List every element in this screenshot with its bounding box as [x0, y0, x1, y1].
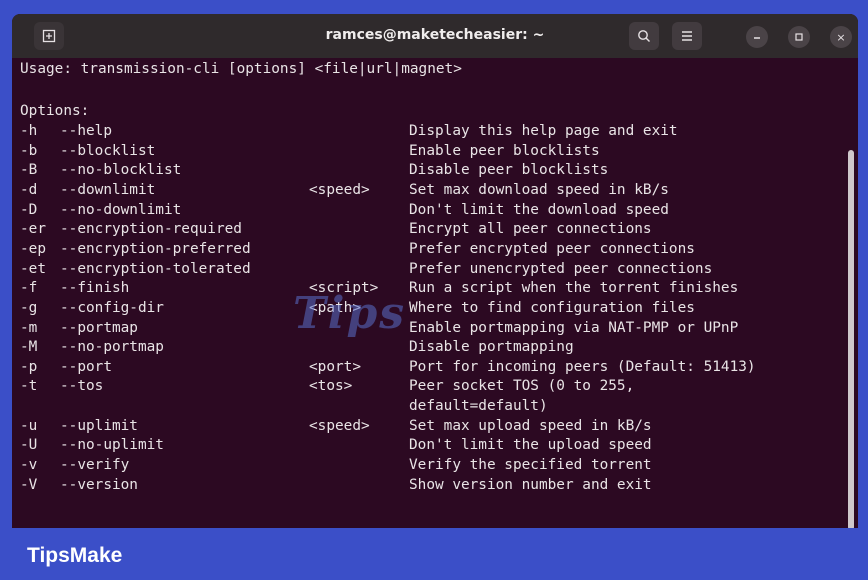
option-description: Verify the specified torrent	[409, 457, 652, 474]
option-description: Show version number and exit	[409, 476, 652, 493]
option-long-flag: --encryption-required	[60, 221, 242, 238]
option-short-flag: -d	[20, 181, 38, 198]
option-row: -D --no-downlimit Don't limit the download…	[12, 201, 842, 221]
option-argument: <script>	[309, 280, 379, 297]
options-header: Options:	[20, 103, 90, 119]
option-short-flag: -g	[20, 299, 38, 316]
option-short-flag: -u	[20, 417, 38, 434]
option-row: -B --no-blocklist Disable peer blocklists	[12, 161, 842, 181]
option-short-flag: -B	[20, 162, 38, 179]
option-row: default=default)	[12, 397, 842, 417]
option-description: Display this help page and exit	[409, 123, 678, 139]
option-description: Port for incoming peers (Default: 51413)	[409, 358, 756, 375]
window-title: ramces@maketecheasier: ~	[325, 27, 545, 43]
option-argument: <tos>	[309, 378, 353, 395]
option-argument: <path>	[309, 299, 361, 316]
option-long-flag: --no-downlimit	[60, 201, 182, 218]
option-row: -et --encryption-tolerated Prefer unencryp…	[12, 260, 842, 280]
option-short-flag: -m	[20, 319, 38, 336]
option-short-flag: -U	[20, 437, 38, 454]
usage-line: Usage: transmission-cli [options] <file|…	[20, 61, 462, 77]
terminal-output[interactable]: Usage: transmission-cli [options] <file|…	[12, 58, 858, 528]
option-row: -M --no-portmap Disable portmapping	[12, 338, 842, 358]
option-description: Don't limit the download speed	[409, 201, 669, 218]
option-long-flag: --no-uplimit	[60, 437, 164, 454]
option-description: Set max upload speed in kB/s	[409, 417, 652, 434]
option-argument: <speed>	[309, 181, 370, 198]
option-short-flag: -V	[20, 476, 38, 493]
option-long-flag: --portmap	[60, 319, 138, 336]
option-argument: <speed>	[309, 417, 370, 434]
option-row: -ep --encryption-preferred Prefer encrypte…	[12, 240, 842, 260]
option-argument: <port>	[309, 358, 361, 375]
option-row: -g --config-dir <path> Where to find config…	[12, 299, 842, 319]
option-description: Where to find configuration files	[409, 299, 695, 316]
option-description: Encrypt all peer connections	[409, 221, 652, 238]
option-row: -d --downlimit <speed> Set max download spe…	[12, 181, 842, 201]
option-long-flag: --config-dir	[60, 299, 164, 316]
option-row: -u --uplimit <speed> Set max upload speed i…	[12, 417, 842, 437]
option-description: Prefer encrypted peer connections	[409, 240, 695, 257]
search-icon	[638, 30, 650, 42]
option-long-flag: --version	[60, 476, 138, 493]
option-long-flag: --encryption-tolerated	[60, 260, 251, 277]
option-short-flag: -er	[20, 221, 46, 238]
terminal-window: ramces@maketecheasier: ~ × Usage: transm…	[12, 14, 858, 528]
option-short-flag: -et	[20, 260, 46, 277]
option-description: Enable peer blocklists	[409, 142, 600, 159]
brand-logo-text: TipsMake	[27, 544, 123, 567]
brand-bar: TipsMake	[0, 528, 868, 580]
option-row: -t --tos <tos> Peer socket TOS (0 to 255,	[12, 377, 842, 397]
option-description: Run a script when the torrent finishes	[409, 280, 739, 297]
option-long-flag: --blocklist	[60, 142, 156, 159]
option-short-flag: -M	[20, 339, 38, 356]
option-row: -v --verify Verify the specified torrent	[12, 456, 842, 476]
option-short-flag: -t	[20, 378, 38, 395]
titlebar: ramces@maketecheasier: ~ ×	[12, 14, 858, 58]
option-short-flag: -h	[20, 123, 38, 139]
minimize-button[interactable]	[746, 26, 768, 48]
option-row: -er --encryption-required Encrypt all peer…	[12, 220, 842, 240]
menu-icon	[682, 31, 692, 41]
option-description: Disable peer blocklists	[409, 162, 609, 179]
option-long-flag: --finish	[60, 280, 130, 297]
close-button[interactable]: ×	[830, 26, 852, 48]
option-row: -V --version Show version number and exit	[12, 476, 842, 496]
option-row: -f --finish <script> Run a script when the …	[12, 279, 842, 299]
option-short-flag: -D	[20, 201, 38, 218]
option-long-flag: --tos	[60, 378, 104, 395]
option-short-flag: -f	[20, 280, 38, 297]
option-long-flag: --no-portmap	[60, 339, 164, 356]
option-row: -p --port <port> Port for incoming peers (D…	[12, 358, 842, 378]
option-description: Set max download speed in kB/s	[409, 181, 669, 198]
option-description: Peer socket TOS (0 to 255,	[409, 378, 635, 395]
scrollbar[interactable]	[848, 150, 854, 528]
option-description: Prefer unencrypted peer connections	[409, 260, 713, 277]
option-row: -U --no-uplimit Don't limit the upload spe…	[12, 436, 842, 456]
option-row: -b --blocklist Enable peer blocklists	[12, 142, 842, 162]
close-icon: ×	[836, 30, 846, 44]
option-description: default=default)	[409, 398, 548, 415]
option-short-flag: -ep	[20, 240, 46, 257]
option-long-flag: --no-blocklist	[60, 162, 182, 179]
maximize-button[interactable]	[788, 26, 810, 48]
option-short-flag: -p	[20, 358, 38, 375]
option-description: Enable portmapping via NAT-PMP or UPnP	[409, 319, 739, 336]
option-long-flag: --port	[60, 358, 112, 375]
option-long-flag: --uplimit	[60, 417, 138, 434]
option-row: -h --help Display this help page and exit	[12, 122, 842, 142]
option-row: -m --portmap Enable portmapping via NAT-PM…	[12, 319, 842, 339]
option-description: Disable portmapping	[409, 339, 574, 356]
search-button[interactable]	[629, 22, 659, 50]
option-long-flag: --verify	[60, 457, 130, 474]
option-long-flag: --encryption-preferred	[60, 240, 251, 257]
option-long-flag: --help	[60, 123, 112, 139]
option-short-flag: -v	[20, 457, 38, 474]
option-short-flag: -b	[20, 142, 38, 159]
option-long-flag: --downlimit	[60, 181, 156, 198]
menu-button[interactable]	[672, 22, 702, 50]
maximize-icon	[795, 33, 803, 41]
minimize-icon	[754, 37, 760, 39]
option-description: Don't limit the upload speed	[409, 437, 652, 454]
